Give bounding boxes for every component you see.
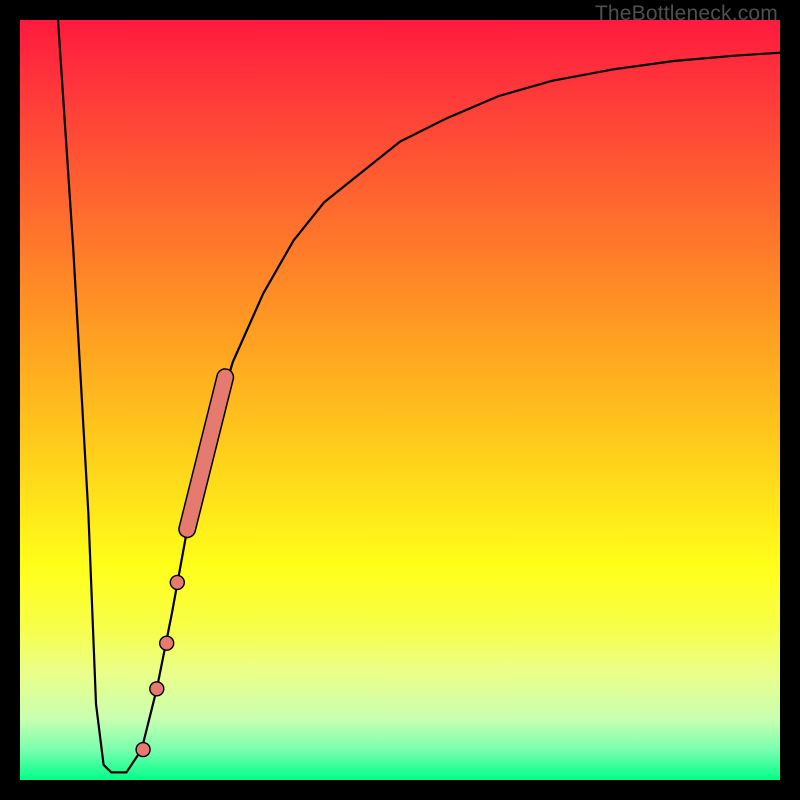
watermark-text: TheBottleneck.com bbox=[595, 2, 778, 26]
plot-area bbox=[20, 20, 780, 780]
chart-frame: TheBottleneck.com bbox=[0, 0, 800, 800]
highlight-point-0 bbox=[150, 682, 164, 696]
highlight-point-2 bbox=[170, 575, 184, 589]
highlight-point-3 bbox=[136, 743, 150, 757]
highlight-point-1 bbox=[160, 636, 174, 650]
bottleneck-curve bbox=[58, 20, 780, 772]
curve-layer bbox=[20, 20, 780, 780]
highlight-band bbox=[187, 377, 225, 529]
